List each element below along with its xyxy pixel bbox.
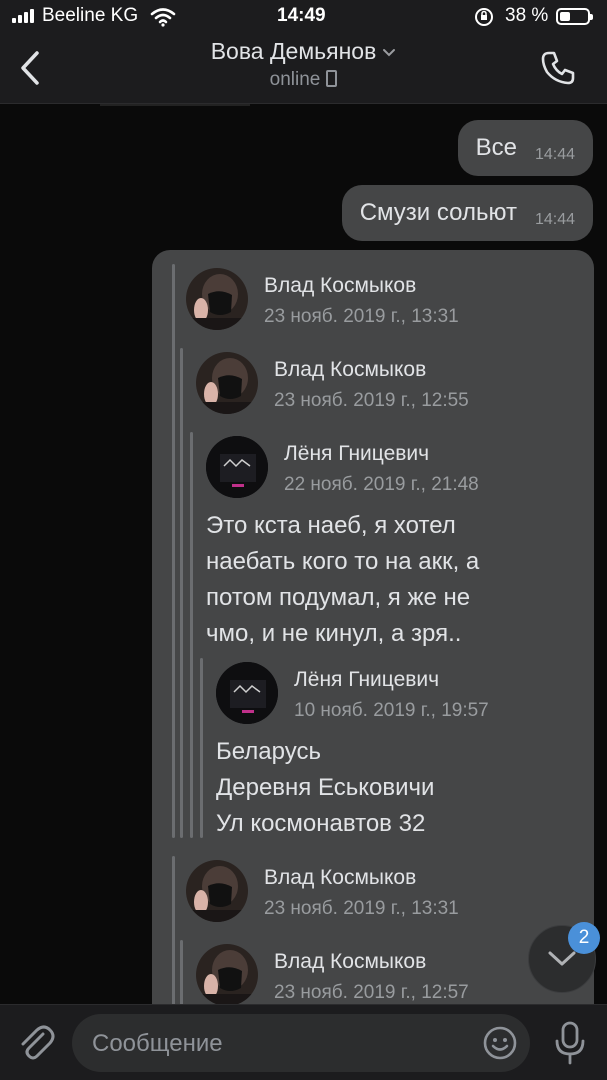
battery-percent: 38 % bbox=[505, 5, 549, 26]
forwarded-author: Влад Космыков bbox=[274, 358, 427, 381]
forwarded-date: 23 нояб. 2019 г., 13:31 bbox=[264, 306, 459, 327]
quote-line bbox=[200, 658, 203, 838]
text-line: потом подумал, я же не bbox=[206, 584, 471, 611]
message-input-placeholder: Сообщение bbox=[92, 1030, 223, 1057]
quote-line bbox=[172, 856, 175, 1004]
chevron-down-icon bbox=[548, 951, 576, 966]
forwarded-author: Влад Космыков bbox=[264, 274, 417, 297]
outgoing-message[interactable]: Смузи сольют 14:44 bbox=[341, 185, 593, 241]
quote-line bbox=[172, 264, 175, 838]
paperclip-icon bbox=[21, 1025, 55, 1060]
chat-title: Вова Демьянов bbox=[150, 38, 457, 65]
battery-icon bbox=[556, 8, 593, 25]
avatar[interactable] bbox=[186, 268, 248, 330]
quote-line bbox=[180, 348, 183, 838]
user-photo-icon bbox=[186, 860, 248, 922]
forwarded-message-bubble[interactable]: Влад Космыков 23 нояб. 2019 г., 13:31 Вл… bbox=[152, 250, 594, 1004]
forwarded-date: 23 нояб. 2019 г., 12:55 bbox=[274, 390, 469, 411]
quote-line bbox=[180, 940, 183, 1004]
call-button[interactable] bbox=[538, 48, 582, 92]
message-input[interactable]: Сообщение bbox=[72, 1014, 530, 1072]
message-time: 14:44 bbox=[534, 146, 575, 163]
unread-badge: 2 bbox=[568, 922, 600, 954]
forwarded-text: Беларусь Деревня Еськовичи Ул космонавто… bbox=[216, 734, 434, 842]
carrier-name: Beeline KG bbox=[42, 5, 139, 26]
message-text: Смузи сольют bbox=[359, 199, 517, 226]
forwarded-date: 23 нояб. 2019 г., 13:31 bbox=[264, 898, 459, 919]
text-line: чмо, и не кинул, а зря.. bbox=[206, 620, 462, 647]
chat-title-block[interactable]: Вова Демьянов online bbox=[150, 38, 457, 91]
user-photo-icon bbox=[196, 352, 258, 414]
avatar[interactable] bbox=[196, 944, 258, 1004]
message-time: 14:44 bbox=[534, 211, 575, 228]
forwarded-author: Влад Космыков bbox=[264, 866, 417, 889]
forwarded-author: Влад Космыков bbox=[274, 950, 427, 973]
message-text: Все bbox=[475, 134, 517, 161]
back-button[interactable] bbox=[12, 46, 48, 90]
online-status: online bbox=[150, 69, 457, 91]
user-photo-icon bbox=[196, 944, 258, 1004]
text-line: Это кста наеб, я хотел bbox=[206, 512, 456, 539]
forwarded-text: Это кста наеб, я хотел наебать кого то н… bbox=[206, 508, 479, 652]
avatar[interactable] bbox=[206, 436, 268, 498]
avatar[interactable] bbox=[196, 352, 258, 414]
user-photo-icon bbox=[186, 268, 248, 330]
forwarded-author: Лёня Гницевич bbox=[294, 668, 440, 691]
clock: 14:49 bbox=[277, 5, 326, 26]
text-line: Деревня Еськовичи bbox=[216, 774, 435, 801]
chevron-left-icon bbox=[21, 51, 39, 85]
avatar[interactable] bbox=[186, 860, 248, 922]
album-cover-icon bbox=[206, 436, 268, 498]
quote-line bbox=[190, 432, 193, 838]
voice-message-button[interactable] bbox=[548, 1019, 592, 1067]
phone-icon bbox=[541, 51, 575, 85]
album-cover-icon bbox=[216, 662, 278, 724]
attach-button[interactable] bbox=[14, 1021, 58, 1065]
online-status-text: online bbox=[269, 69, 321, 90]
text-line: Беларусь bbox=[216, 738, 321, 765]
contact-name: Вова Демьянов bbox=[210, 38, 377, 64]
forwarded-date: 10 нояб. 2019 г., 19:57 bbox=[294, 700, 489, 721]
message-composer: Сообщение bbox=[0, 1004, 607, 1080]
forwarded-date: 23 нояб. 2019 г., 12:57 bbox=[274, 982, 469, 1003]
microphone-icon bbox=[555, 1021, 585, 1065]
avatar[interactable] bbox=[216, 662, 278, 724]
divider bbox=[100, 104, 250, 106]
chat-header: Вова Демьянов online bbox=[0, 34, 607, 104]
orientation-lock-icon bbox=[475, 8, 493, 26]
emoji-button[interactable] bbox=[482, 1025, 518, 1061]
outgoing-message[interactable]: Все 14:44 bbox=[457, 120, 593, 176]
status-bar: Beeline KG 14:49 38 % bbox=[0, 0, 607, 34]
emoji-icon bbox=[483, 1026, 517, 1060]
chevron-down-icon bbox=[383, 48, 396, 57]
mobile-device-icon bbox=[326, 70, 338, 87]
forwarded-date: 22 нояб. 2019 г., 21:48 bbox=[284, 474, 479, 495]
message-list[interactable]: Все 14:44 Смузи сольют 14:44 Влад Космык… bbox=[0, 104, 607, 1004]
text-line: Ул космонавтов 32 bbox=[216, 810, 426, 837]
text-line: наебать кого то на акк, а bbox=[206, 548, 480, 575]
signal-icon bbox=[12, 9, 34, 23]
forwarded-author: Лёня Гницевич bbox=[284, 442, 430, 465]
wifi-icon bbox=[150, 8, 176, 27]
